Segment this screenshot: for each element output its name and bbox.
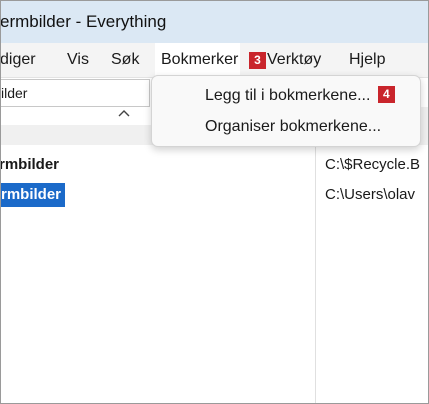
results-path-column: C:\$Recycle.B C:\Users\olav bbox=[316, 145, 428, 403]
step-badge-3: 3 bbox=[249, 52, 266, 69]
menu-edit[interactable]: diger bbox=[1, 43, 36, 77]
menu-bookmarks-label: Bokmerker bbox=[161, 51, 239, 68]
menu-view[interactable]: Vis bbox=[67, 43, 89, 77]
app-window: ermbilder - Everything diger Vis Søk Bok… bbox=[0, 0, 429, 404]
menu-item-add-bookmark[interactable]: Legg til i bokmerkene... 4 bbox=[205, 83, 395, 109]
bookmarks-dropdown: Legg til i bokmerkene... 4 Organiser bok… bbox=[151, 75, 421, 147]
result-row-selected[interactable]: rmbilder bbox=[1, 183, 66, 207]
step-badge-4: 4 bbox=[377, 86, 395, 103]
menu-tools[interactable]: Verktøy bbox=[267, 43, 321, 77]
menu-bookmarks[interactable]: Bokmerker bbox=[155, 43, 241, 77]
title-bar: ermbilder - Everything bbox=[1, 1, 428, 43]
menu-item-add-bookmark-label: Legg til i bokmerkene... bbox=[205, 87, 371, 104]
result-path[interactable]: C:\$Recycle.B bbox=[325, 153, 420, 177]
chevron-up-icon bbox=[118, 110, 130, 117]
menu-help[interactable]: Hjelp bbox=[349, 43, 385, 77]
menu-search[interactable]: Søk bbox=[111, 43, 139, 77]
results-name-column: rmbilder rmbilder bbox=[1, 145, 315, 403]
search-input[interactable]: ilder bbox=[1, 79, 150, 107]
menu-bar: diger Vis Søk Bokmerker 3 Verktøy Hjelp bbox=[1, 43, 428, 78]
result-row[interactable]: rmbilder bbox=[1, 153, 59, 177]
window-title: ermbilder - Everything bbox=[0, 12, 167, 31]
result-path[interactable]: C:\Users\olav bbox=[325, 183, 415, 207]
menu-item-organize-bookmarks[interactable]: Organiser bokmerkene... bbox=[205, 114, 381, 140]
